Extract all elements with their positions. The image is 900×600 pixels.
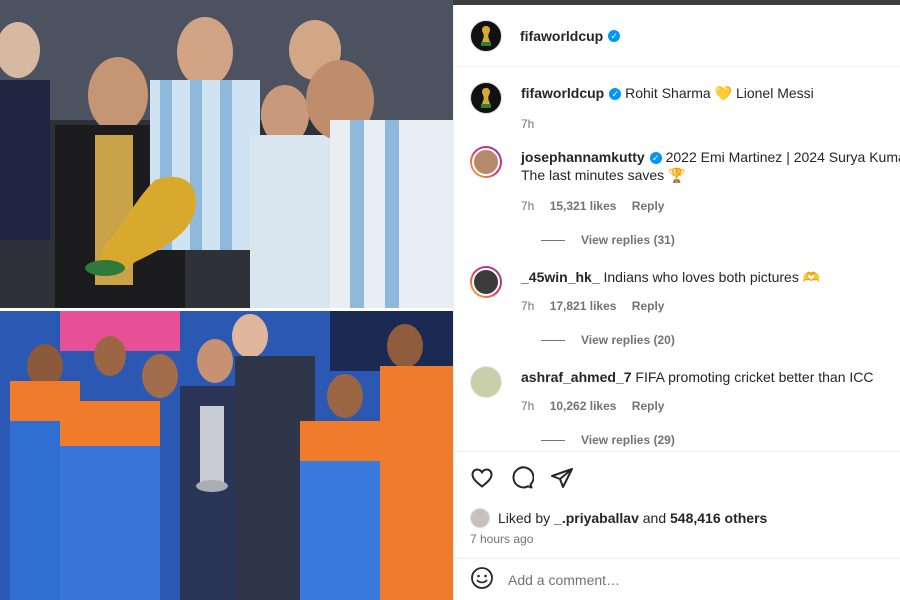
post-header: fifaworldcup ✓ — [454, 5, 900, 67]
liked-by-prefix: Liked by — [498, 510, 551, 526]
verified-badge-icon: ✓ — [608, 29, 621, 42]
avatar — [472, 148, 500, 176]
comment-body: _45win_hk_ Indians who loves both pictur… — [521, 268, 900, 286]
view-replies-button[interactable]: View replies (29) — [541, 433, 675, 447]
comment-likes[interactable]: 17,821 likes — [550, 299, 617, 313]
avatar — [472, 268, 500, 296]
comment-time: 7h — [521, 299, 535, 313]
comment-text: Indians who loves both pictures 🫶 — [603, 269, 821, 285]
commenter-avatar[interactable] — [470, 366, 502, 398]
share-icon[interactable] — [550, 466, 574, 490]
comment-meta: 7h 17,821 likes Reply — [521, 299, 676, 313]
caption-meta: 7h — [521, 117, 546, 131]
author-username[interactable]: fifaworldcup — [520, 28, 603, 44]
comment-meta: 7h 15,321 likes Reply — [521, 199, 676, 213]
replies-line — [541, 439, 565, 441]
liked-by-user[interactable]: _.priyaballav — [554, 510, 639, 526]
post-time: 7 hours ago — [470, 532, 534, 546]
caption-text: Rohit Sharma — [625, 85, 711, 101]
trophy-emoji: 🏆 — [668, 167, 686, 183]
comment-item: _45win_hk_ Indians who loves both pictur… — [470, 266, 900, 356]
liked-by-and: and — [642, 510, 667, 526]
reply-button[interactable]: Reply — [632, 299, 665, 313]
comment-body: ashraf_ahmed_7 FIFA promoting cricket be… — [521, 368, 900, 386]
replies-line — [541, 339, 565, 341]
comment-time: 7h — [521, 199, 535, 213]
comment-text: FIFA promoting cricket better than ICC — [635, 369, 874, 385]
post-actions: Liked by _.priyaballav and 548,416 other… — [454, 451, 900, 561]
view-replies-button[interactable]: View replies (20) — [541, 333, 675, 347]
comment-input[interactable] — [508, 571, 868, 588]
comment-text: 2022 Emi Martinez | 2024 Surya Kumar — [665, 149, 900, 165]
comment-username[interactable]: _45win_hk_ — [521, 269, 600, 285]
comment-likes[interactable]: 10,262 likes — [550, 399, 617, 413]
post-photo-messi-trophy — [0, 0, 453, 308]
comment-icon[interactable] — [510, 466, 535, 490]
reply-button[interactable]: Reply — [632, 199, 665, 213]
caption-username[interactable]: fifaworldcup — [521, 85, 604, 101]
caption-text-2: Lionel Messi — [735, 85, 814, 101]
liker-avatar — [470, 508, 490, 528]
fifa-trophy-icon — [481, 25, 491, 46]
comment-item: ashraf_ahmed_7 FIFA promoting cricket be… — [470, 366, 900, 451]
author-avatar[interactable] — [470, 19, 502, 52]
view-replies-button[interactable]: View replies (31) — [541, 233, 675, 247]
comment-username[interactable]: josephannamkutty — [521, 149, 645, 165]
post-media[interactable] — [0, 0, 453, 600]
post-side-panel: fifaworldcup ✓ fifaworldcup ✓ Rohit Sharm… — [453, 5, 900, 600]
commenter-avatar[interactable] — [470, 146, 502, 178]
reply-button[interactable]: Reply — [632, 399, 665, 413]
comment-meta: 7h 10,262 likes Reply — [521, 399, 676, 413]
comment-text-line2: The last minutes saves — [521, 167, 665, 183]
view-replies-label: View replies (20) — [581, 333, 675, 347]
commenter-avatar[interactable] — [470, 266, 502, 298]
caption-time: 7h — [521, 117, 535, 131]
view-replies-label: View replies (31) — [581, 233, 675, 247]
verified-badge-icon: ✓ — [609, 88, 622, 100]
post-caption: fifaworldcup ✓ Rohit Sharma 💛 Lionel Mess… — [470, 82, 900, 132]
liked-by[interactable]: Liked by _.priyaballav and 548,416 other… — [470, 508, 767, 528]
replies-line — [541, 239, 565, 241]
smiley-icon[interactable] — [470, 566, 494, 593]
heart-icon[interactable] — [470, 466, 494, 490]
comment-body: josephannamkutty ✓ 2022 Emi Martinez | 20… — [521, 148, 900, 184]
view-replies-label: View replies (29) — [581, 433, 675, 447]
heart-emoji: 💛 — [714, 85, 733, 101]
comment-likes[interactable]: 15,321 likes — [550, 199, 617, 213]
verified-badge-icon: ✓ — [649, 152, 662, 164]
fifa-trophy-icon — [481, 88, 491, 108]
caption-avatar[interactable] — [470, 82, 502, 114]
comment-username[interactable]: ashraf_ahmed_7 — [521, 369, 632, 385]
liked-by-count[interactable]: 548,416 others — [670, 510, 767, 526]
add-comment-bar — [454, 558, 900, 600]
post-photo-rohit-trophy — [0, 311, 453, 600]
action-icons — [470, 466, 574, 490]
comments-list[interactable]: fifaworldcup ✓ Rohit Sharma 💛 Lionel Mess… — [454, 68, 900, 451]
comment-item: josephannamkutty ✓ 2022 Emi Martinez | 20… — [470, 146, 900, 247]
comment-time: 7h — [521, 399, 535, 413]
caption-body: fifaworldcup ✓ Rohit Sharma 💛 Lionel Mess… — [521, 84, 900, 102]
